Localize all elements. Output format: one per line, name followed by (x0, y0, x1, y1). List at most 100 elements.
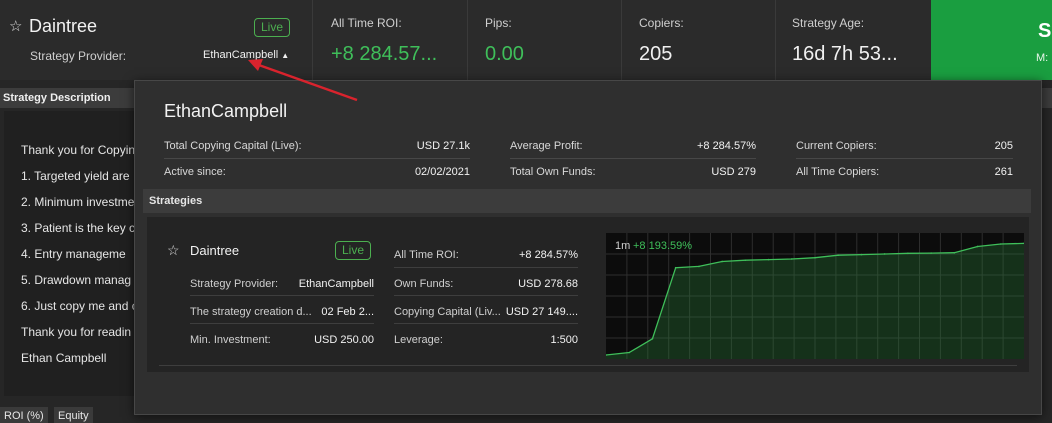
description-line: 2. Minimum investme (21, 195, 135, 209)
chart-point (860, 253, 863, 256)
all-time-copiers-label: All Time Copiers: (796, 166, 880, 178)
total-copying-capital-value: USD 27.1k (416, 140, 470, 152)
divider (775, 0, 776, 80)
pips-value: 0.00 (485, 43, 524, 65)
popup-provider-name: EthanCampbell (164, 101, 288, 121)
card-provider-value[interactable]: EthanCampbell (291, 278, 374, 290)
description-line: 4. Entry manageme (21, 247, 126, 261)
card-min-investment-label: Min. Investment: (190, 334, 271, 346)
caret-up-icon: ▲ (281, 51, 290, 60)
chart-point (976, 245, 979, 248)
description-header: Strategy Description (0, 88, 134, 108)
chart-point (674, 266, 677, 269)
chart-point (698, 265, 700, 268)
chart-point (999, 243, 1002, 245)
copiers-label: Copiers: (639, 16, 684, 30)
chart-change: +8 193.59% (633, 240, 693, 252)
chart-point (651, 337, 654, 340)
provider-label: Strategy Provider: (30, 49, 127, 63)
description-line: 5. Drawdown manag (21, 273, 132, 287)
strategies-header: Strategies (143, 189, 1031, 213)
chart-point (837, 254, 840, 257)
divider (796, 158, 1013, 159)
cta-letter: S (1038, 20, 1052, 42)
strategy-header: ☆ Daintree Live Strategy Provider: Ethan… (0, 0, 1052, 80)
description-line: 6. Just copy me and c (21, 299, 138, 313)
card-provider-label: Strategy Provider: (190, 278, 279, 290)
card-roi-value: +8 284.57% (518, 249, 578, 261)
description-body: Thank you for Copyin 1. Targeted yield a… (4, 111, 138, 396)
card-copying-capital-value: USD 27 149.... (505, 306, 578, 318)
chart-point (721, 260, 723, 263)
description-line: Thank you for Copyin (21, 143, 136, 157)
chart-point (953, 251, 956, 254)
strategy-age-label: Strategy Age: (792, 16, 865, 30)
roi-label: All Time ROI: (331, 16, 402, 30)
active-since-label: Active since: (164, 166, 226, 178)
card-creation-date-label: The strategy creation d... (190, 306, 312, 318)
divider (510, 158, 756, 159)
total-own-funds-label: Total Own Funds: (510, 166, 596, 178)
card-copying-capital-label: Copying Capital (Liv... (394, 306, 501, 318)
divider (164, 158, 470, 159)
card-leverage-label: Leverage: (394, 334, 443, 346)
chart-point (907, 252, 909, 255)
pips-label: Pips: (485, 16, 512, 30)
card-creation-date-value: 02 Feb 2... (321, 306, 374, 318)
divider (467, 0, 468, 80)
all-time-copiers-value: 261 (994, 166, 1013, 178)
divider (190, 323, 374, 324)
strategy-live-badge: Live (335, 241, 372, 260)
active-since-value: 02/02/2021 (414, 166, 470, 178)
current-copiers-label: Current Copiers: (796, 140, 877, 152)
divider (394, 267, 578, 268)
chart-point (930, 252, 932, 254)
chart-point (767, 258, 770, 261)
chart-point (814, 256, 816, 259)
description-heading: Strategy Description (3, 92, 111, 104)
current-copiers-value: 205 (994, 140, 1013, 152)
total-own-funds-value: USD 279 (711, 166, 756, 178)
tab-equity[interactable]: Equity (54, 407, 93, 423)
live-badge: Live (254, 18, 291, 37)
provider-name: EthanCampbell (203, 49, 279, 61)
start-copying-button[interactable]: S M: (931, 0, 1052, 80)
strategy-favorite-star-icon[interactable]: ☆ (167, 242, 180, 259)
chart-point (744, 259, 747, 262)
strategy-card-name[interactable]: Daintree (190, 243, 239, 258)
strategy-age-value: 16d 7h 53... (792, 43, 898, 65)
card-roi-label: All Time ROI: (394, 249, 459, 261)
description-line: 1. Targeted yield are (21, 169, 130, 183)
average-profit-label: Average Profit: (510, 140, 583, 152)
total-copying-capital-label: Total Copying Capital (Live): (164, 140, 302, 152)
performance-chart: 1m +8 193.59% (605, 233, 1025, 359)
divider (159, 365, 1017, 366)
card-own-funds-value: USD 278.68 (518, 278, 578, 290)
strategy-card[interactable]: ☆ Daintree Live Strategy Provider: Ethan… (147, 217, 1029, 372)
divider (394, 323, 578, 324)
card-leverage-value: 1:500 (550, 334, 578, 346)
copiers-value: 205 (639, 43, 673, 65)
chart-point (628, 351, 631, 354)
cta-sub: M: (1036, 52, 1049, 64)
tab-roi[interactable]: ROI (%) (0, 407, 48, 423)
roi-value: +8 284.57... (331, 43, 438, 65)
strategy-title: Daintree (29, 16, 98, 36)
chart-period: 1m (615, 240, 631, 252)
divider (621, 0, 622, 80)
divider (394, 295, 578, 296)
description-line: Ethan Campbell (21, 351, 107, 365)
card-min-investment-value: USD 250.00 (314, 334, 374, 346)
provider-popup: EthanCampbell Total Copying Capital (Liv… (134, 80, 1042, 415)
card-own-funds-label: Own Funds: (394, 278, 454, 290)
favorite-star-icon[interactable]: ☆ (9, 17, 22, 35)
provider-link[interactable]: EthanCampbell ▲ (203, 49, 289, 61)
strategies-heading: Strategies (149, 195, 203, 207)
chart-point (883, 253, 886, 255)
average-profit-value: +8 284.57% (696, 140, 756, 152)
description-line: 3. Patient is the key c (21, 221, 136, 235)
divider (190, 295, 374, 296)
chart-point (790, 258, 793, 260)
description-line: Thank you for readin (21, 325, 132, 339)
divider (312, 0, 313, 80)
